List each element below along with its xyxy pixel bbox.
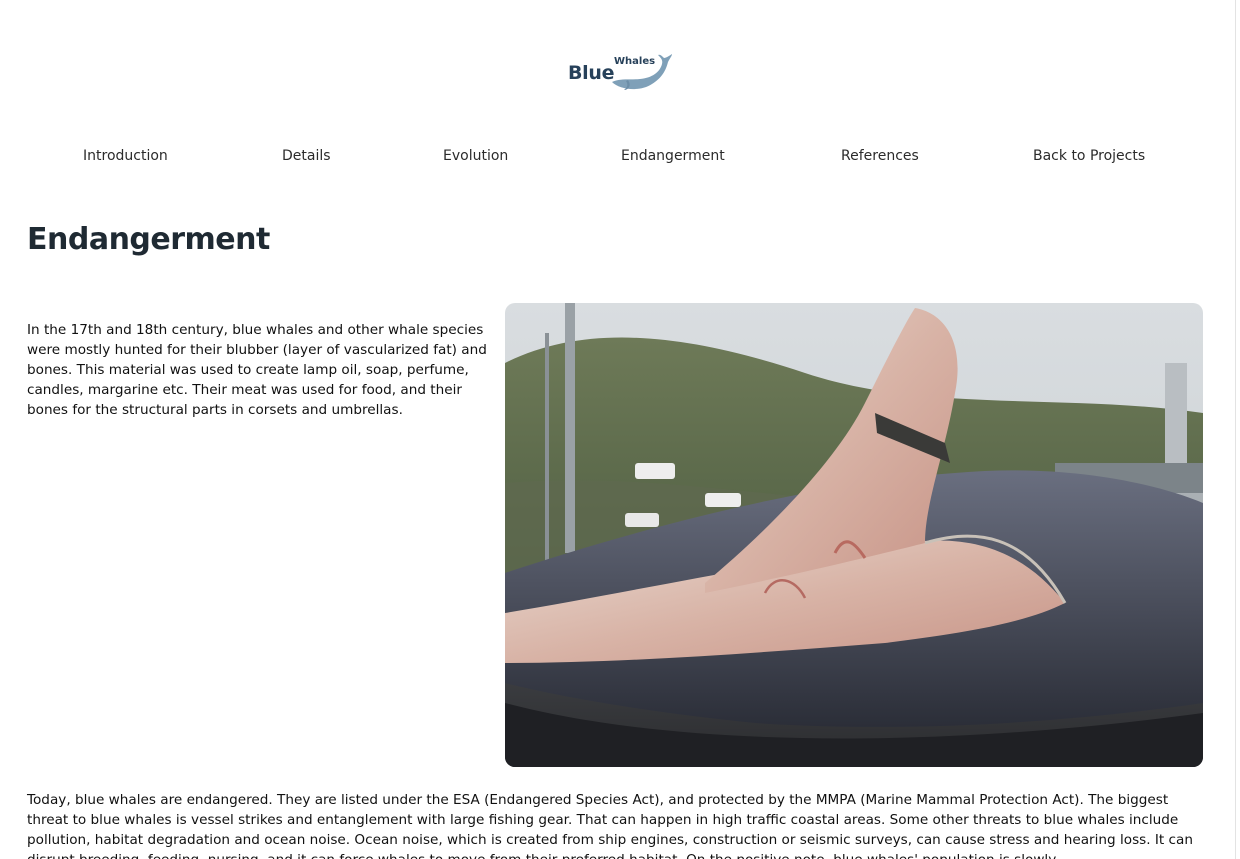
nav-back-to-projects[interactable]: Back to Projects <box>1033 148 1145 164</box>
nav-evolution[interactable]: Evolution <box>443 148 508 164</box>
nav-details[interactable]: Details <box>282 148 331 164</box>
whale-carcass-photo <box>505 303 1203 767</box>
whale-carcass-illustration <box>505 303 1203 767</box>
main-navigation: Introduction Details Evolution Endangerm… <box>0 148 1236 172</box>
page: Whales Blue Introduction Details Evoluti… <box>0 0 1236 859</box>
nav-introduction[interactable]: Introduction <box>83 148 168 164</box>
nav-references[interactable]: References <box>841 148 919 164</box>
intro-paragraph: In the 17th and 18th century, blue whale… <box>27 322 487 418</box>
nav-endangerment[interactable]: Endangerment <box>621 148 725 164</box>
blue-whales-logo[interactable]: Whales Blue <box>566 50 676 92</box>
logo-main-text: Blue <box>568 62 615 84</box>
section-title: Endangerment <box>27 222 270 257</box>
logo-sub-text: Whales <box>614 56 656 67</box>
body-paragraph: Today, blue whales are endangered. They … <box>27 792 1193 859</box>
